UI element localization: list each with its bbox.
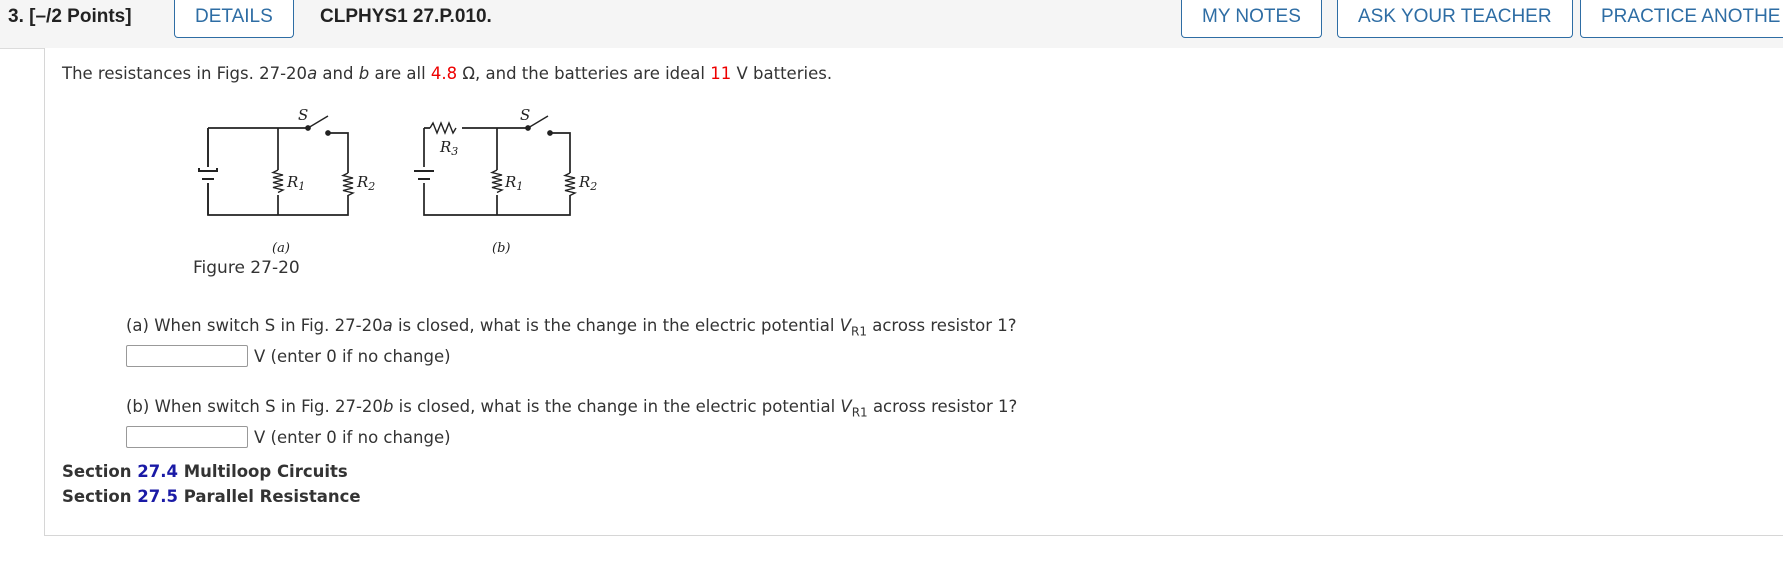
question-code: CLPHYS1 27.P.010. <box>320 6 492 27</box>
part-b-answer-row: V (enter 0 if no change) <box>126 424 451 450</box>
part-a-question: (a) When switch S in Fig. 27-20a is clos… <box>126 316 1017 339</box>
part-a-answer-input[interactable] <box>126 345 248 367</box>
r3-b-label: R3 <box>439 138 458 158</box>
problem-statement: The resistances in Figs. 27-20a and b ar… <box>62 64 833 83</box>
switch-b-label: S <box>520 106 530 124</box>
switch-a-label: S <box>298 106 308 124</box>
r1-a-label: R1 <box>286 173 305 193</box>
section-number-link[interactable]: 27.5 <box>137 487 178 506</box>
voltage-value: 11 <box>710 64 732 83</box>
part-b-unit: V (enter 0 if no change) <box>254 427 451 447</box>
ask-your-teacher-button[interactable]: ASK YOUR TEACHER <box>1337 0 1573 38</box>
r2-a-label: R2 <box>356 173 375 193</box>
practice-another-button[interactable]: PRACTICE ANOTHE <box>1580 0 1783 38</box>
part-b-question: (b) When switch S in Fig. 27-20b is clos… <box>126 397 1018 420</box>
circuit-b <box>423 115 578 216</box>
r1-b-label: R1 <box>504 173 523 193</box>
question-number-points: 3. [–/2 Points] <box>8 6 132 28</box>
section-number-link[interactable]: 27.4 <box>137 462 178 481</box>
figure-b-label: (b) <box>492 241 510 255</box>
points-label: [–/2 Points] <box>29 6 132 27</box>
details-button[interactable]: DETAILS <box>174 0 294 38</box>
figure-caption: Figure 27-20 <box>193 258 300 278</box>
r2-b-label: R2 <box>578 173 597 193</box>
section-link-27-4: Section 27.4 Multiloop Circuits <box>62 462 348 481</box>
part-b-answer-input[interactable] <box>126 426 248 448</box>
figure-a-label: (a) <box>272 241 290 255</box>
part-a-answer-row: V (enter 0 if no change) <box>126 343 451 369</box>
question-number: 3. <box>8 6 24 27</box>
question-header: 3. [–/2 Points] DETAILS CLPHYS1 27.P.010… <box>0 0 1783 49</box>
my-notes-button[interactable]: MY NOTES <box>1181 0 1322 38</box>
resistance-value: 4.8 <box>430 64 458 83</box>
part-a-unit: V (enter 0 if no change) <box>254 346 451 366</box>
section-link-27-5: Section 27.5 Parallel Resistance <box>62 487 361 506</box>
circuit-figure: S R1 R2 (a) S R3 R1 R2 (b) <box>198 106 597 255</box>
circuit-a <box>198 115 356 216</box>
